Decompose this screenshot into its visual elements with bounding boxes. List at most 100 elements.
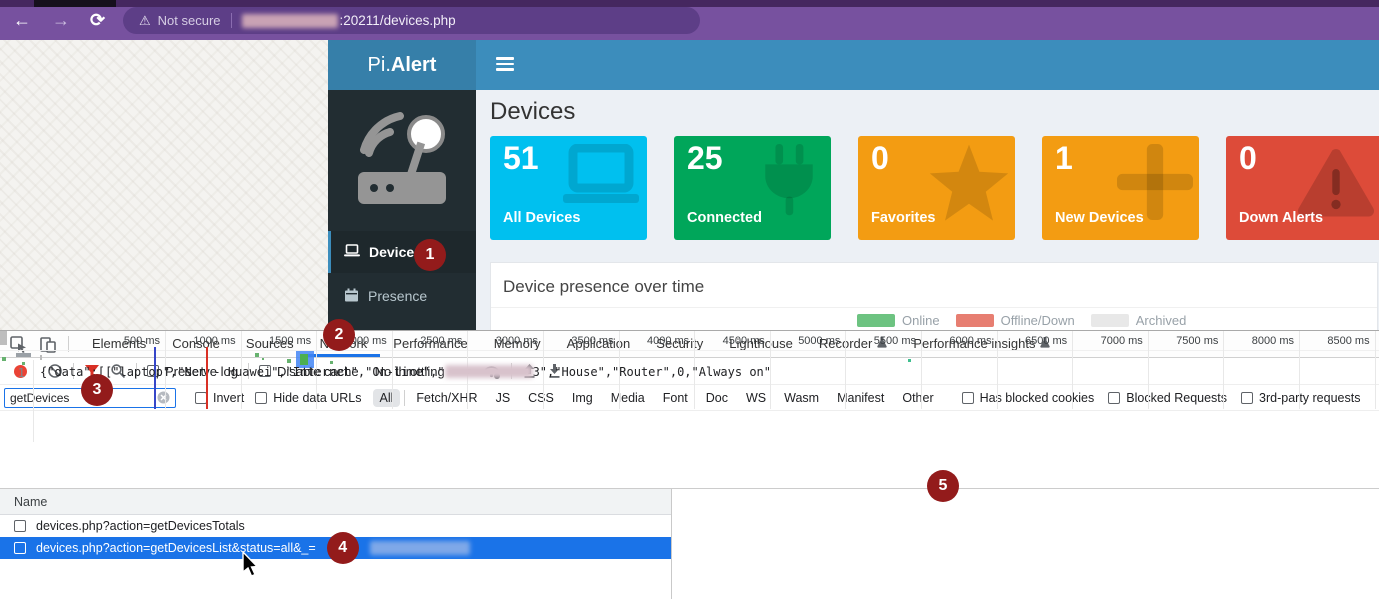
card-label: Favorites	[871, 210, 935, 226]
filter-3rd-party-requests-checkbox[interactable]: 3rd-party requests	[1241, 391, 1360, 405]
sidebar: Devices Presence	[328, 90, 476, 330]
clear-filter-icon[interactable]	[157, 391, 170, 404]
legend-label: Online	[902, 313, 940, 328]
redacted-query-param	[370, 541, 470, 555]
desktop-background	[0, 40, 328, 330]
request-name: devices.php?action=getDevicesList&status…	[36, 541, 316, 555]
card-value: 0	[871, 140, 889, 177]
annotation-badge-5: 5	[927, 470, 959, 502]
browser-toolbar: ← → ⟳ ⚠ Not secure :20211/devices.php	[0, 0, 1379, 40]
laptop-icon	[561, 144, 641, 215]
calendar-icon	[344, 288, 359, 305]
chart-legend: Online Offline/Down Archived	[857, 313, 1186, 328]
main-content: Devices 51All Devices 25Connected 0 Favorit…	[476, 90, 1379, 330]
card-all-devices[interactable]: 51All Devices	[490, 136, 647, 240]
request-checkbox[interactable]	[14, 520, 26, 532]
filter-has-blocked-cookies-checkbox[interactable]: Has blocked cookies	[962, 391, 1095, 405]
app-navbar: Run: Plugins Sym(28,	[476, 40, 1379, 90]
star-icon	[929, 144, 1009, 227]
requests-name-header[interactable]: Name	[0, 489, 671, 515]
filter-type-all[interactable]: All	[373, 389, 401, 407]
filter-type-media[interactable]: Media	[604, 389, 652, 407]
redacted-mac	[445, 365, 533, 378]
legend-item-offline-down: Offline/Down	[956, 313, 1075, 328]
card-value: 0	[1239, 140, 1257, 177]
panel-divider	[491, 307, 1377, 308]
card-label: New Devices	[1055, 210, 1144, 226]
response-text: 3","House","Router",0,"Always on"	[533, 365, 771, 379]
filter-type-css[interactable]: CSS	[521, 389, 561, 407]
legend-label: Archived	[1136, 313, 1187, 328]
page-area: Pi.Alert Run: Plugins Sym(28, Devices Pre…	[0, 40, 1379, 330]
not-secure-warning-icon: ⚠	[139, 13, 151, 29]
back-icon[interactable]: ←	[13, 11, 31, 29]
filter-type-img[interactable]: Img	[565, 389, 600, 407]
checkbox[interactable]	[1108, 392, 1120, 404]
legend-item-archived: Archived	[1091, 313, 1187, 328]
legend-swatch	[857, 314, 895, 327]
filter-type-fetch-xhr[interactable]: Fetch/XHR	[409, 389, 484, 407]
filter-type-ws[interactable]: WS	[739, 389, 773, 407]
hide-data-urls-label: Hide data URLs	[273, 391, 361, 405]
annotation-badge-4: 4	[327, 532, 359, 564]
forward-icon[interactable]: →	[52, 11, 70, 29]
annotation-badge-2: 2	[323, 319, 355, 351]
request-row[interactable]: devices.php?action=getDevicesList&status…	[0, 537, 671, 559]
not-secure-label: Not secure	[158, 13, 221, 28]
filter-extra-label: 3rd-party requests	[1259, 391, 1360, 405]
legend-label: Offline/Down	[1001, 313, 1075, 328]
logo-prefix: Pi.	[368, 54, 391, 76]
sidebar-item-devices[interactable]: Devices	[328, 231, 476, 273]
card-value: 1	[1055, 140, 1073, 177]
reload-icon[interactable]: ⟳	[90, 11, 105, 29]
hide-data-urls-checkbox[interactable]: Hide data URLs	[255, 391, 361, 405]
card-value: 51	[503, 140, 539, 177]
filter-extra-label: Blocked Requests	[1126, 391, 1227, 405]
browser-tab-fragment	[34, 0, 116, 7]
page-title: Devices	[490, 98, 575, 126]
url-path: :20211/devices.php	[340, 13, 456, 28]
devtools: ElementsConsoleSourcesNetworkPerformance…	[0, 330, 1379, 599]
presence-panel: Device presence over time Online Offline/…	[490, 262, 1378, 330]
filter-separator	[404, 390, 405, 406]
checkbox[interactable]	[962, 392, 974, 404]
filter-type-doc[interactable]: Doc	[699, 389, 735, 407]
presence-panel-title: Device presence over time	[503, 277, 704, 297]
sidebar-item-label: Presence	[368, 288, 427, 304]
sidebar-item-presence[interactable]: Presence	[328, 275, 476, 317]
app-logo[interactable]: Pi.Alert	[328, 40, 476, 90]
invert-checkbox[interactable]: Invert	[195, 391, 244, 405]
requests-pane: Name devices.php?action=getDevicesTotals…	[0, 489, 672, 599]
summary-cards: 51All Devices 25Connected 0 Favorites 1 New D…	[490, 136, 1379, 240]
card-value: 25	[687, 140, 723, 177]
pialert-app: Pi.Alert Run: Plugins Sym(28, Devices Pre…	[328, 40, 1379, 330]
filter-blocked-requests-checkbox[interactable]: Blocked Requests	[1108, 391, 1227, 405]
filter-type-manifest[interactable]: Manifest	[830, 389, 891, 407]
filter-type-font[interactable]: Font	[656, 389, 695, 407]
response-body[interactable]: {"data":[["laptop","Net - Huawei","Inter…	[40, 365, 771, 379]
mouse-cursor	[240, 552, 260, 580]
filter-type-js[interactable]: JS	[489, 389, 518, 407]
card-connected[interactable]: 25Connected	[674, 136, 831, 240]
annotation-badge-3: 3	[81, 374, 113, 406]
checkbox[interactable]	[255, 392, 267, 404]
network-overview-timeline[interactable]: 500 ms1000 ms1500 ms2000 ms2500 ms3000 m…	[0, 411, 1379, 489]
address-bar[interactable]: ⚠ Not secure :20211/devices.php	[123, 7, 700, 34]
invert-label: Invert	[213, 391, 244, 405]
annotation-badge-1: 1	[414, 239, 446, 271]
card-label: Down Alerts	[1239, 210, 1323, 226]
card-favorites[interactable]: 0 Favorites	[858, 136, 1015, 240]
filter-type-other[interactable]: Other	[895, 389, 940, 407]
legend-item-online: Online	[857, 313, 940, 328]
checkbox[interactable]	[1241, 392, 1253, 404]
laptop-icon	[344, 244, 360, 260]
line-number-gutter: 1	[0, 360, 34, 442]
logo-bold: Alert	[391, 54, 437, 76]
menu-toggle-icon[interactable]	[496, 57, 514, 74]
request-checkbox[interactable]	[14, 542, 26, 554]
router-logo-icon	[350, 102, 454, 220]
legend-swatch	[956, 314, 994, 327]
card-new-devices[interactable]: 1 New Devices	[1042, 136, 1199, 240]
filter-type-wasm[interactable]: Wasm	[777, 389, 826, 407]
card-down-alerts[interactable]: 0 Down Alerts	[1226, 136, 1379, 240]
